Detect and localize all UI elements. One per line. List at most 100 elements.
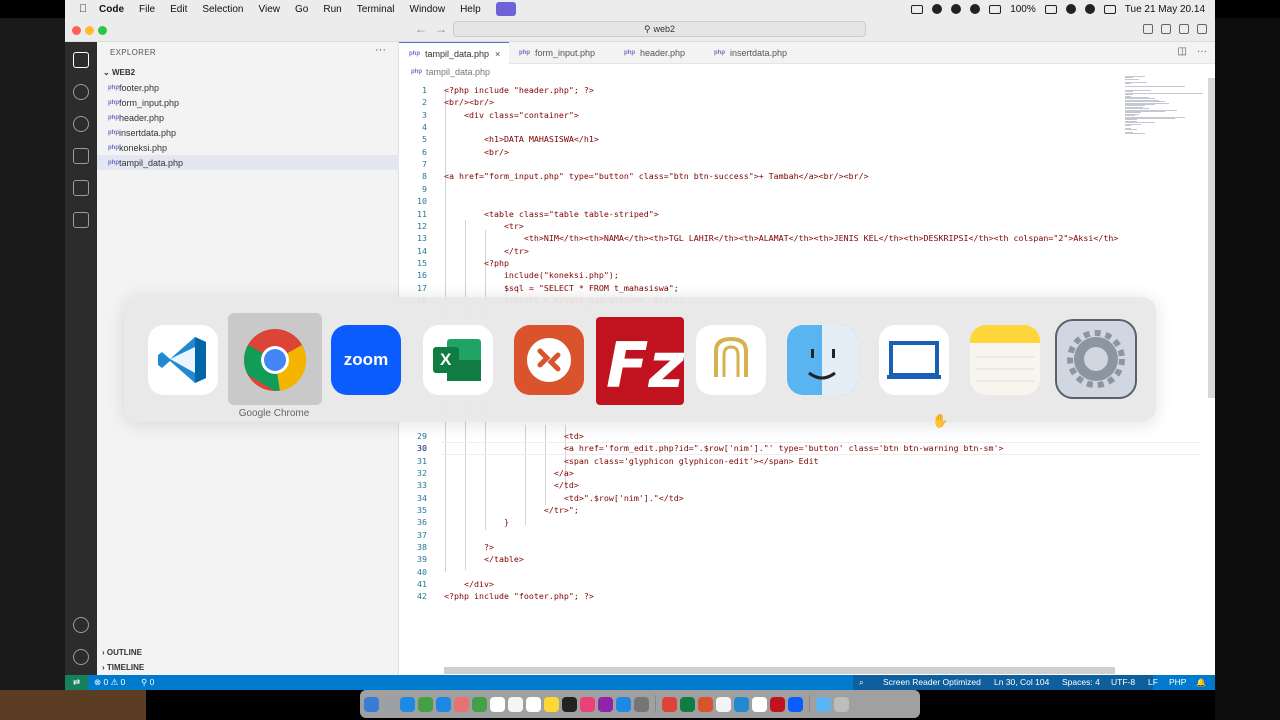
code-line[interactable]: 34 <td>".$row['nim']."</td> [399, 493, 1119, 505]
file-item-insertdata[interactable]: php insertdata.php [97, 125, 399, 140]
battery-icon[interactable] [1044, 4, 1057, 14]
navicat-app-icon[interactable] [696, 325, 766, 395]
code-line[interactable]: 41 </div> [399, 579, 1119, 591]
remote-desktop-app-icon[interactable] [514, 325, 584, 395]
finder-dock-icon[interactable] [364, 696, 379, 712]
filezilla-app-icon[interactable]: Fz [596, 317, 684, 405]
launchpad-dock-icon[interactable] [382, 696, 397, 712]
tv-dock-icon[interactable] [562, 696, 577, 712]
code-line[interactable]: 40 [399, 567, 1119, 579]
menu-window[interactable]: Window [410, 4, 446, 15]
close-window-button[interactable] [72, 26, 81, 35]
ports-indicator[interactable]: ⚲ 0 [141, 675, 154, 690]
podcasts-dock-icon[interactable] [598, 696, 613, 712]
notes-app-icon[interactable] [970, 325, 1040, 395]
bluetooth-icon[interactable] [970, 4, 981, 14]
cloud-icon[interactable] [932, 4, 943, 14]
zoom-icon[interactable]: ⌕ [859, 675, 864, 690]
menu-edit[interactable]: Edit [170, 4, 187, 15]
search-view-icon[interactable] [73, 84, 89, 100]
menu-terminal[interactable]: Terminal [357, 4, 395, 15]
trash-dock-icon[interactable] [834, 696, 849, 712]
menu-help[interactable]: Help [460, 4, 481, 15]
system-settings-dock-icon[interactable] [634, 696, 649, 712]
vscode-dock-icon[interactable] [734, 696, 749, 712]
mail-dock-icon[interactable] [436, 696, 451, 712]
contacts-dock-icon[interactable] [508, 696, 523, 712]
downloads-dock-icon[interactable] [816, 696, 831, 712]
vscode-app-icon[interactable] [148, 325, 218, 395]
extensions-icon[interactable] [73, 180, 89, 196]
zoom-app-icon[interactable]: zoom [331, 325, 401, 395]
menu-file[interactable]: File [139, 4, 155, 15]
code-line[interactable]: 33 </td> [399, 480, 1119, 492]
notifications-bell-icon[interactable]: 🔔 [1196, 675, 1206, 690]
remote-desktop-dock-icon[interactable] [698, 696, 713, 712]
menu-go[interactable]: Go [295, 4, 308, 15]
chrome-app-icon[interactable] [240, 325, 310, 395]
screen-sharing-app-icon[interactable] [879, 325, 949, 395]
reminders-dock-icon[interactable] [526, 696, 541, 712]
breadcrumb[interactable]: php tampil_data.php [411, 67, 490, 77]
code-line[interactable]: 9 [399, 184, 1119, 196]
toggle-sidebar-icon[interactable] [1143, 24, 1153, 34]
navicat-dock-icon[interactable] [716, 696, 731, 712]
code-line[interactable]: 3 <div class="container"> [399, 110, 1119, 122]
notes-dock-icon[interactable] [544, 696, 559, 712]
remote-explorer-icon[interactable] [73, 212, 89, 228]
split-editor-icon[interactable]: ◫ [1178, 46, 1187, 57]
forward-arrow-icon[interactable]: → [435, 22, 447, 36]
control-center-icon[interactable] [1103, 4, 1116, 14]
filezilla-dock-icon[interactable] [770, 696, 785, 712]
remote-indicator[interactable]: ⇄ [65, 675, 88, 690]
code-line[interactable]: 11 <table class="table table-striped"> [399, 209, 1119, 221]
screen-recording-icon[interactable] [495, 2, 516, 16]
system-preferences-app-icon[interactable] [1055, 319, 1137, 399]
excel-dock-icon[interactable] [680, 696, 695, 712]
code-line[interactable]: 36 } [399, 517, 1119, 529]
screen-reader-indicator[interactable]: Screen Reader Optimized [883, 675, 981, 690]
source-control-icon[interactable] [73, 116, 89, 132]
apple-menu-icon[interactable]:  [79, 3, 89, 15]
code-line[interactable]: 32 </a> [399, 468, 1119, 480]
more-actions-icon[interactable]: ··· [1197, 46, 1207, 57]
code-line[interactable]: 37 [399, 530, 1119, 542]
code-line[interactable]: 15 <?php [399, 258, 1119, 270]
back-arrow-icon[interactable]: ← [415, 22, 427, 36]
end-of-line[interactable]: LF [1148, 675, 1158, 690]
code-line[interactable]: 12 <tr> [399, 221, 1119, 233]
outline-section[interactable]: › OUTLINE [102, 648, 142, 657]
menu-app-code[interactable]: Code [99, 4, 124, 15]
toggle-secondary-sidebar-icon[interactable] [1179, 24, 1189, 34]
excel-app-icon[interactable]: X [423, 325, 493, 395]
tab-header[interactable]: php header.php [614, 42, 702, 64]
music-dock-icon[interactable] [580, 696, 595, 712]
code-line[interactable]: 4 [399, 122, 1119, 134]
code-line[interactable]: 5 <h1>DATA MAHASISWA</h1> [399, 134, 1119, 146]
code-line[interactable]: 10 [399, 196, 1119, 208]
app-store-dock-icon[interactable] [616, 696, 631, 712]
code-line[interactable]: 17 $sql = "SELECT * FROM t_mahasiswa"; [399, 283, 1119, 295]
folder-web2[interactable]: ⌄ WEB2 [103, 68, 135, 77]
code-line[interactable]: 13 <th>NIM</th><th>NAMA</th><th>TGL LAHI… [399, 233, 1119, 245]
vpn-icon[interactable] [951, 4, 962, 14]
tab-form-input[interactable]: php form_input.php [509, 42, 609, 64]
run-debug-icon[interactable] [73, 148, 89, 164]
screen-mirroring-icon[interactable] [989, 4, 1002, 14]
encoding[interactable]: UTF-8 [1111, 675, 1135, 690]
code-line[interactable]: 31 <span class='glyphicon glyphicon-edit… [399, 456, 1119, 468]
screen-sharing-dock-icon[interactable] [752, 696, 767, 712]
code-line[interactable]: 1 <?php include "header.php"; ?> [399, 85, 1119, 97]
zoom-dock-icon[interactable] [788, 696, 803, 712]
manage-gear-icon[interactable] [73, 649, 89, 665]
toggle-panel-icon[interactable] [1161, 24, 1171, 34]
file-item-header[interactable]: php header.php [97, 110, 399, 125]
zoom-window-button[interactable] [98, 26, 107, 35]
menu-view[interactable]: View [259, 4, 281, 15]
minimap[interactable] [1125, 76, 1209, 136]
code-line[interactable]: 16 include("koneksi.php"); [399, 270, 1119, 282]
messages-dock-icon[interactable] [418, 696, 433, 712]
code-line[interactable]: 6 <br/> [399, 147, 1119, 159]
close-icon[interactable]: × [495, 49, 500, 59]
horizontal-scrollbar[interactable] [444, 667, 1115, 674]
